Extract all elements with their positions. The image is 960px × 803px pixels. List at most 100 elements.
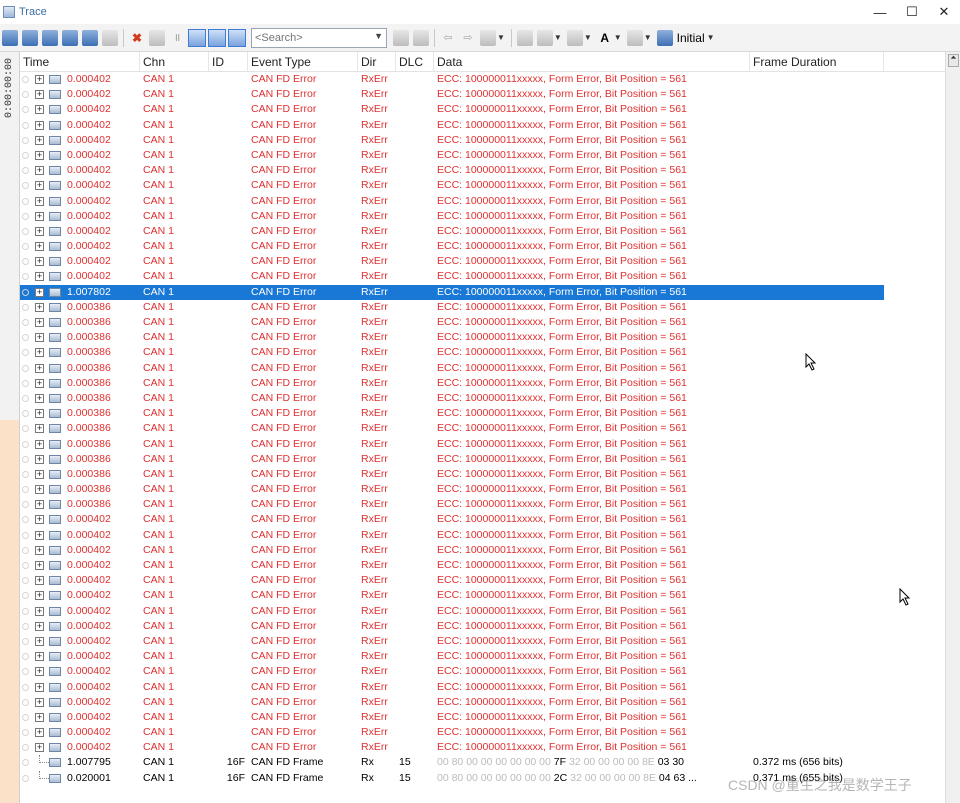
expand-icon[interactable]: +: [35, 363, 44, 373]
table-row[interactable]: +0.000386 CAN 1 CAN FD Error RxErr ECC: 1000…: [20, 330, 945, 345]
column-header-dlc[interactable]: DLC: [396, 52, 434, 72]
table-row[interactable]: +0.000402 CAN 1 CAN FD Error RxErr ECC: 1000…: [20, 528, 945, 543]
table-row[interactable]: +0.000402 CAN 1 CAN FD Error RxErr ECC: 1000…: [20, 102, 945, 117]
close-button[interactable]: ✕: [928, 0, 960, 24]
copy-icon[interactable]: [516, 29, 533, 46]
table-row[interactable]: +0.000402 CAN 1 CAN FD Error RxErr ECC: 1000…: [20, 269, 945, 284]
expand-icon[interactable]: +: [35, 150, 44, 160]
vertical-scrollbar[interactable]: ⏶: [945, 52, 960, 803]
chevron-down-icon[interactable]: ▼: [554, 33, 562, 42]
minimize-button[interactable]: —: [864, 0, 896, 24]
table-row[interactable]: +0.000402 CAN 1 CAN FD Error RxErr ECC: 1000…: [20, 680, 945, 695]
table-row[interactable]: +0.000386 CAN 1 CAN FD Error RxErr ECC: 1000…: [20, 437, 945, 452]
find-prev-icon[interactable]: [393, 29, 409, 46]
expand-icon[interactable]: +: [35, 591, 44, 601]
table-row[interactable]: +0.000402 CAN 1 CAN FD Error RxErr ECC: 1000…: [20, 163, 945, 178]
table-row[interactable]: +0.000386 CAN 1 CAN FD Error RxErr ECC: 1000…: [20, 300, 945, 315]
stop-icon[interactable]: [149, 29, 165, 46]
expand-icon[interactable]: +: [35, 378, 44, 388]
table-row[interactable]: +0.000402 CAN 1 CAN FD Error RxErr ECC: 1000…: [20, 254, 945, 269]
table-row[interactable]: +0.000402 CAN 1 CAN FD Error RxErr ECC: 1000…: [20, 543, 945, 558]
expand-icon[interactable]: +: [35, 424, 44, 434]
chevron-down-icon[interactable]: ▼: [614, 33, 622, 42]
expand-icon[interactable]: +: [35, 272, 44, 282]
expand-icon[interactable]: +: [35, 652, 44, 662]
column-header-time[interactable]: Time: [20, 52, 140, 72]
chevron-down-icon[interactable]: ▼: [374, 31, 383, 41]
filter-icon[interactable]: [42, 29, 58, 46]
chevron-down-icon[interactable]: ▼: [497, 33, 505, 42]
expand-icon[interactable]: +: [35, 667, 44, 677]
initial-dropdown[interactable]: Initial: [677, 31, 705, 45]
chevron-down-icon[interactable]: ▼: [584, 33, 592, 42]
follow-icon[interactable]: [228, 28, 246, 47]
expand-icon[interactable]: +: [35, 576, 44, 586]
column-header-chn[interactable]: Chn: [140, 52, 209, 72]
expand-icon[interactable]: +: [35, 636, 44, 646]
table-row[interactable]: +0.000402 CAN 1 CAN FD Error RxErr ECC: 1000…: [20, 72, 945, 87]
table-row[interactable]: +0.000402 CAN 1 CAN FD Error RxErr ECC: 1000…: [20, 87, 945, 102]
table-row[interactable]: +0.000402 CAN 1 CAN FD Error RxErr ECC: 1000…: [20, 725, 945, 740]
expand-icon[interactable]: +: [35, 242, 44, 252]
expand-icon[interactable]: +: [35, 621, 44, 631]
column-icon[interactable]: [566, 29, 583, 46]
table-row[interactable]: +0.000402 CAN 1 CAN FD Error RxErr ECC: 1000…: [20, 133, 945, 148]
highlight-icon[interactable]: [208, 28, 226, 47]
search-input[interactable]: [252, 28, 370, 47]
column-header-frame-duration[interactable]: Frame Duration: [750, 52, 884, 72]
expand-icon[interactable]: +: [35, 120, 44, 130]
expand-icon[interactable]: +: [35, 469, 44, 479]
expand-icon[interactable]: +: [35, 439, 44, 449]
table-row[interactable]: +0.000402 CAN 1 CAN FD Error RxErr ECC: 1000…: [20, 558, 945, 573]
expand-icon[interactable]: +: [35, 393, 44, 403]
expand-icon[interactable]: +: [35, 166, 44, 176]
expand-icon[interactable]: +: [35, 545, 44, 555]
expand-icon[interactable]: +: [35, 606, 44, 616]
column-header-id[interactable]: ID: [209, 52, 248, 72]
table-row[interactable]: +0.000402 CAN 1 CAN FD Error RxErr ECC: 1000…: [20, 619, 945, 634]
expand-icon[interactable]: +: [35, 211, 44, 221]
expand-icon[interactable]: +: [35, 743, 44, 753]
table-row[interactable]: +0.000402 CAN 1 CAN FD Error RxErr ECC: 1000…: [20, 178, 945, 193]
table-row[interactable]: +0.000402 CAN 1 CAN FD Error RxErr ECC: 1000…: [20, 588, 945, 603]
table-row[interactable]: +0.000402 CAN 1 CAN FD Error RxErr ECC: 1000…: [20, 649, 945, 664]
column-header-data[interactable]: Data: [434, 52, 750, 72]
scroll-top-icon[interactable]: ⏶: [948, 54, 959, 67]
font-size-icon[interactable]: A: [597, 30, 613, 46]
expand-icon[interactable]: +: [35, 135, 44, 145]
binoculars-icon[interactable]: [102, 29, 118, 46]
expand-icon[interactable]: +: [35, 530, 44, 540]
table-row[interactable]: +0.000402 CAN 1 CAN FD Error RxErr ECC: 1000…: [20, 695, 945, 710]
expand-icon[interactable]: +: [35, 500, 44, 510]
expand-icon[interactable]: +: [35, 682, 44, 692]
search-box[interactable]: ▼: [251, 27, 387, 48]
table-row[interactable]: +0.000402 CAN 1 CAN FD Error RxErr ECC: 1000…: [20, 573, 945, 588]
table-row[interactable]: +0.000386 CAN 1 CAN FD Error RxErr ECC: 1000…: [20, 421, 945, 436]
expand-icon[interactable]: +: [35, 712, 44, 722]
table-row[interactable]: +0.000386 CAN 1 CAN FD Error RxErr ECC: 1000…: [20, 376, 945, 391]
table-row[interactable]: +0.000402 CAN 1 CAN FD Error RxErr ECC: 1000…: [20, 239, 945, 254]
clear-icon[interactable]: ✖: [129, 30, 145, 46]
pause-icon[interactable]: ॥: [169, 30, 185, 46]
chevron-down-icon[interactable]: ▼: [707, 33, 715, 42]
table-row[interactable]: +0.000402 CAN 1 CAN FD Error RxErr ECC: 1000…: [20, 512, 945, 527]
marker-icon[interactable]: [480, 29, 496, 46]
table-row-selected[interactable]: +1.007802 CAN 1 CAN FD Error RxErr ECC: 1000…: [20, 284, 884, 300]
expand-icon[interactable]: +: [35, 454, 44, 464]
expand-icon[interactable]: +: [35, 75, 44, 84]
expand-icon[interactable]: +: [35, 287, 44, 297]
expand-icon[interactable]: +: [35, 348, 44, 358]
table-row[interactable]: +0.000386 CAN 1 CAN FD Error RxErr ECC: 1000…: [20, 482, 945, 497]
column-header-event-type[interactable]: Event Type: [248, 52, 358, 72]
window-layout-icon[interactable]: [626, 29, 643, 46]
table-row[interactable]: +0.000402 CAN 1 CAN FD Error RxErr ECC: 1000…: [20, 194, 945, 209]
expand-icon[interactable]: +: [35, 226, 44, 236]
autoscroll-icon[interactable]: [188, 28, 206, 47]
table-row[interactable]: +0.000386 CAN 1 CAN FD Error RxErr ECC: 1000…: [20, 497, 945, 512]
paste-icon[interactable]: [536, 29, 553, 46]
expand-icon[interactable]: +: [35, 257, 44, 267]
filter-id-icon[interactable]: [82, 29, 98, 46]
expand-icon[interactable]: +: [35, 196, 44, 206]
filter-channel-icon[interactable]: [62, 29, 78, 46]
chrono-view-icon[interactable]: [22, 29, 38, 46]
